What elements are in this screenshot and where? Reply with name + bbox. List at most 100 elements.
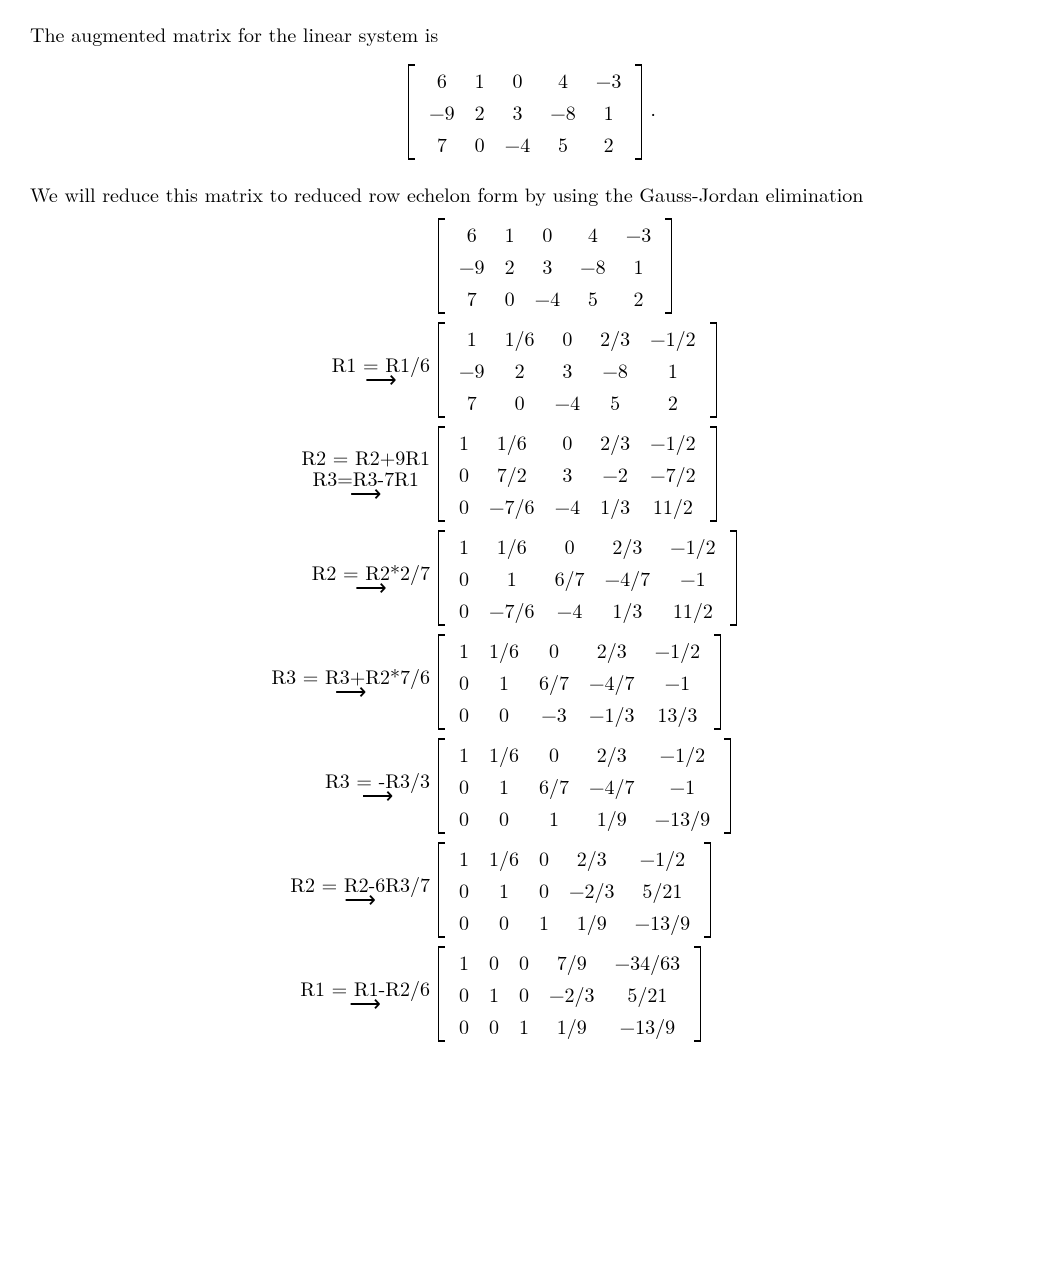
- matrix-cell: 5: [570, 282, 616, 314]
- matrix-cell: −7/2: [640, 458, 706, 490]
- matrix-cell: −34/63: [605, 946, 691, 978]
- matrix-cell: 0: [479, 802, 529, 834]
- matrix-cell: 1/6: [479, 530, 545, 562]
- matrix-cell: 0: [449, 1010, 479, 1042]
- arrow-icon: ⟶: [355, 578, 387, 596]
- matrix-cell: 0: [449, 906, 479, 938]
- matrix-cell: 7: [449, 386, 495, 418]
- matrix-cell: −1/2: [640, 322, 706, 354]
- bracket-left: [438, 218, 447, 314]
- matrix-cell: 7: [449, 282, 495, 314]
- matrix: 6104−3−923−8170−452: [408, 64, 642, 160]
- elimination-step: R1 = R1-R2/6⟶1007/9−34/63010−2/35/210011…: [140, 944, 1032, 1044]
- matrix-cell: 0: [449, 594, 479, 626]
- matrix-cell: −3: [586, 64, 632, 96]
- elimination-step: R2 = R2-6R3/7⟶11/602/3−1/2010−2/35/21001…: [140, 840, 1032, 940]
- matrix-cell: −7/6: [479, 490, 545, 522]
- matrix-cell: 6/7: [529, 666, 579, 698]
- matrix-cell: 1/6: [479, 426, 545, 458]
- matrix-cell: 1: [449, 738, 479, 770]
- matrix-cell: 1: [529, 906, 559, 938]
- matrix-cell: −1: [645, 770, 721, 802]
- matrix: 11/602/3−1/2010−2/35/210011/9−13/9: [438, 842, 711, 938]
- arrow-icon: ⟶: [335, 682, 367, 700]
- matrix-cell: 1: [640, 354, 706, 386]
- matrix-cell: −9: [449, 354, 495, 386]
- matrix-cell: 13/3: [645, 698, 711, 730]
- matrix-cell: 1: [495, 218, 525, 250]
- bracket-left: [438, 738, 447, 834]
- matrix-cell: 1/3: [590, 490, 640, 522]
- matrix-cell: 2: [465, 96, 495, 128]
- matrix-cell: 2/3: [590, 322, 640, 354]
- matrix-cell: −4: [545, 386, 591, 418]
- arrow-icon: ⟶: [349, 994, 381, 1012]
- matrix-cell: 1: [616, 250, 662, 282]
- matrix-cell: 0: [509, 978, 539, 1010]
- bracket-left: [438, 426, 447, 522]
- matrix-cell: 0: [449, 458, 479, 490]
- matrix-cell: 1: [449, 530, 479, 562]
- matrix-table: 11/602/3−1/2−923−8170−452: [449, 322, 706, 418]
- period: .: [650, 93, 656, 122]
- bracket-left: [438, 946, 447, 1042]
- matrix-cell: 11/2: [660, 594, 726, 626]
- matrix-cell: −4: [495, 128, 541, 160]
- matrix-cell: 0: [479, 946, 509, 978]
- intro-text-1: The augmented matrix for the linear syst…: [30, 20, 1032, 48]
- operation-column: R3 = -R3/3⟶: [140, 769, 436, 804]
- matrix-cell: 0: [449, 802, 479, 834]
- matrix-cell: 1: [479, 770, 529, 802]
- matrix: 1007/9−34/63010−2/35/210011/9−13/9: [438, 946, 701, 1042]
- matrix-cell: −4: [525, 282, 571, 314]
- matrix-cell: −2/3: [539, 978, 605, 1010]
- matrix: 11/602/3−1/2016/7−4/7−10011/9−13/9: [438, 738, 731, 834]
- matrix-cell: 0: [495, 282, 525, 314]
- matrix-cell: 1: [479, 978, 509, 1010]
- matrix-cell: 5/21: [605, 978, 691, 1010]
- arrow-icon: ⟶: [362, 786, 394, 804]
- matrix-cell: 6/7: [529, 770, 579, 802]
- operation-column: R2 = R2+9R1R3=R3-7R1⟶: [140, 446, 436, 502]
- matrix-cell: 6: [449, 218, 495, 250]
- matrix-cell: 2: [495, 354, 545, 386]
- arrow-icon: ⟶: [365, 370, 397, 388]
- matrix-cell: 2/3: [579, 738, 645, 770]
- arrow-icon: ⟶: [344, 890, 376, 908]
- elimination-step: R1 = R1/6⟶11/602/3−1/2−923−8170−452: [140, 320, 1032, 420]
- matrix-cell: 3: [545, 354, 591, 386]
- matrix-cell: 3: [525, 250, 571, 282]
- matrix-cell: 1/3: [595, 594, 661, 626]
- matrix-cell: 1: [479, 562, 545, 594]
- matrix-cell: 0: [529, 634, 579, 666]
- row-operation-label: R2 = R2-6R3/7⟶: [290, 873, 430, 908]
- matrix-cell: −3: [616, 218, 662, 250]
- bracket-left: [438, 842, 447, 938]
- matrix-cell: 1: [479, 666, 529, 698]
- matrix-cell: 1/6: [479, 842, 529, 874]
- row-operation-label: R1 = R1-R2/6⟶: [300, 977, 430, 1012]
- bracket-right: [708, 426, 717, 522]
- bracket-left: [438, 530, 447, 626]
- matrix-cell: −2: [590, 458, 640, 490]
- matrix-cell: 0: [495, 64, 541, 96]
- matrix-cell: 2: [616, 282, 662, 314]
- bracket-right: [702, 842, 711, 938]
- row-operation-label: R2 = R2+9R1R3=R3-7R1⟶: [301, 446, 430, 502]
- matrix-cell: 0: [529, 842, 559, 874]
- matrix-cell: 2/3: [595, 530, 661, 562]
- matrix-cell: 0: [449, 770, 479, 802]
- matrix-cell: −8: [590, 354, 640, 386]
- matrix-cell: 0: [449, 874, 479, 906]
- matrix-cell: 1: [529, 802, 579, 834]
- matrix-cell: −1: [660, 562, 726, 594]
- matrix-cell: 1: [449, 322, 495, 354]
- matrix-cell: 2/3: [559, 842, 625, 874]
- matrix-cell: 4: [540, 64, 586, 96]
- matrix-cell: −8: [570, 250, 616, 282]
- elimination-step: R3 = -R3/3⟶11/602/3−1/2016/7−4/7−10011/9…: [140, 736, 1032, 836]
- matrix-cell: 0: [509, 946, 539, 978]
- elimination-steps: 6104−3−923−8170−452R1 = R1/6⟶11/602/3−1/…: [30, 216, 1032, 1044]
- matrix-cell: 0: [529, 738, 579, 770]
- matrix-cell: 2: [495, 250, 525, 282]
